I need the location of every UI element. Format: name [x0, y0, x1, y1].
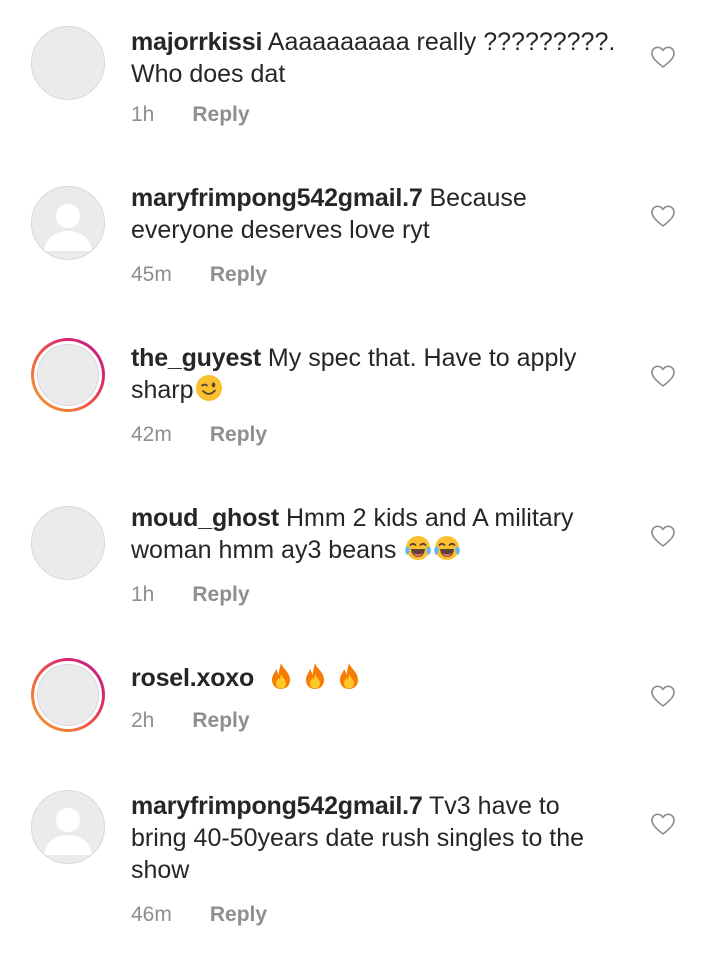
- heart-outline-icon[interactable]: [650, 204, 676, 228]
- comment-time: 1h: [131, 583, 155, 606]
- comment-meta: 1h Reply: [131, 582, 250, 608]
- reply-button[interactable]: Reply: [210, 262, 267, 288]
- comment-body: [254, 664, 261, 692]
- comment-meta: 2h Reply: [131, 708, 250, 734]
- avatar-story-ring[interactable]: [31, 338, 105, 412]
- avatar[interactable]: [31, 506, 105, 580]
- fire-icon: [306, 663, 325, 689]
- avatar[interactable]: [31, 790, 105, 864]
- comment-username[interactable]: the_guyest: [131, 344, 261, 372]
- heart-outline-icon[interactable]: [650, 812, 676, 836]
- comment-text: maryfrimpong542gmail.7 Tv3 have to bring…: [131, 790, 611, 886]
- comment-username[interactable]: majorrkissi: [131, 28, 262, 56]
- reply-button[interactable]: Reply: [192, 708, 249, 734]
- default-user-icon: [32, 187, 104, 259]
- heart-outline-icon[interactable]: [650, 364, 676, 388]
- comments-list: majorrkissi Aaaaaaaaaa really ?????????.…: [0, 0, 719, 953]
- default-user-icon: [32, 791, 104, 863]
- reply-button[interactable]: Reply: [192, 102, 249, 128]
- reply-button[interactable]: Reply: [210, 902, 267, 928]
- fire-icon: [340, 663, 359, 689]
- heart-outline-icon[interactable]: [650, 524, 676, 548]
- comment-text: moud_ghost Hmm 2 kids and A military wom…: [131, 502, 631, 566]
- comment-time: 2h: [131, 709, 155, 732]
- winking-face-icon: [195, 375, 222, 401]
- comment-text: rosel.xoxo: [131, 662, 631, 694]
- comment-meta: 42m Reply: [131, 422, 267, 448]
- comment-username[interactable]: maryfrimpong542gmail.7: [131, 792, 423, 820]
- comment-time: 46m: [131, 903, 172, 926]
- heart-outline-icon[interactable]: [650, 684, 676, 708]
- reply-button[interactable]: Reply: [210, 422, 267, 448]
- tears-of-joy-icon: [434, 536, 461, 560]
- comment-text: majorrkissi Aaaaaaaaaa really ?????????.…: [131, 26, 631, 90]
- avatar-story-ring[interactable]: [31, 658, 105, 732]
- comment-text: maryfrimpong542gmail.7 Because everyone …: [131, 182, 631, 246]
- comment-time: 1h: [131, 103, 155, 126]
- comment-meta: 1h Reply: [131, 102, 250, 128]
- tears-of-joy-icon: [405, 536, 432, 560]
- comment-meta: 45m Reply: [131, 262, 267, 288]
- comment-text: the_guyest My spec that. Have to apply s…: [131, 342, 631, 406]
- comment-time: 42m: [131, 423, 172, 446]
- comment-username[interactable]: maryfrimpong542gmail.7: [131, 184, 423, 212]
- comment-username[interactable]: moud_ghost: [131, 504, 279, 532]
- avatar[interactable]: [31, 26, 105, 100]
- heart-outline-icon[interactable]: [650, 45, 676, 69]
- fire-icon: [272, 663, 291, 689]
- reply-button[interactable]: Reply: [192, 582, 249, 608]
- comment-time: 45m: [131, 263, 172, 286]
- avatar[interactable]: [31, 186, 105, 260]
- comment-meta: 46m Reply: [131, 902, 267, 928]
- comment-username[interactable]: rosel.xoxo: [131, 664, 254, 692]
